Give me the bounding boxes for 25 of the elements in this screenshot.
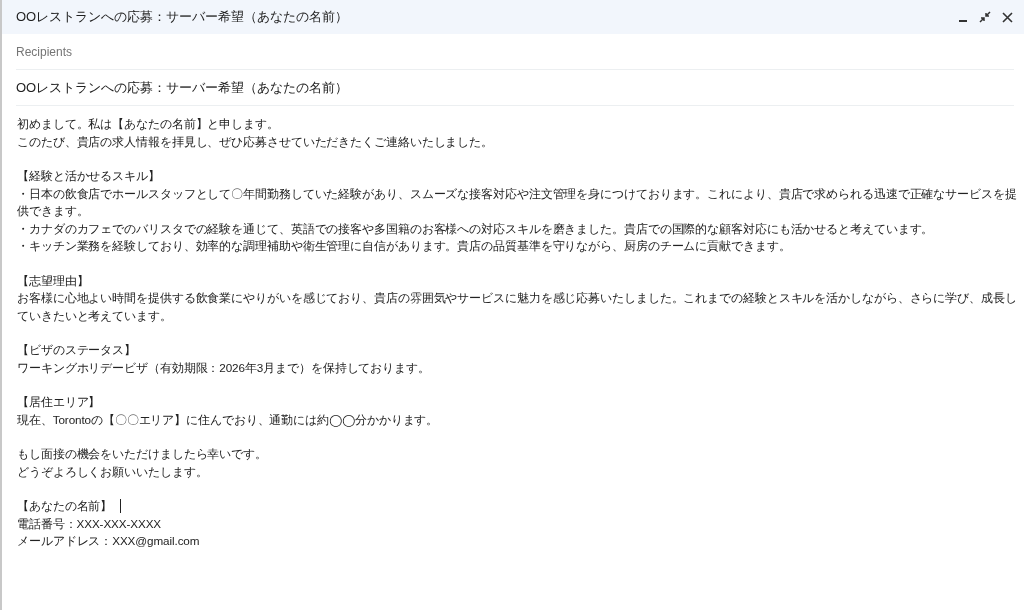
body-text: 初めまして。私は【あなたの名前】と申します。 <box>17 116 279 133</box>
subject-field[interactable]: OOレストランへの応募：サーバー希望（あなたの名前） <box>16 80 1014 95</box>
body-text: 【志望理由】 <box>17 272 89 289</box>
body-text: 電話番号：XXX-XXX-XXXX <box>17 515 162 532</box>
window-title: OOレストランへの応募：サーバー希望（あなたの名前） <box>16 8 349 26</box>
body-text: お客様に心地よい時間を提供する飲食業にやりがいを感じており、貴店の雰囲気やサービスに魅力を感じ応募いたしました。これまでの経験とスキルを活かしながら、さらに学び、成長していきたいと考えています。 <box>17 290 1018 324</box>
body-text: 【ビザのステータス】 <box>17 342 136 358</box>
body-text: 【あなたの名前】 <box>17 498 113 515</box>
exit-fullscreen-icon <box>979 11 991 23</box>
exit-fullscreen-button[interactable] <box>978 10 992 24</box>
body-text: 現在、Torontoの【〇〇エリア】に住んでおり、通勤には約◯◯分かかります。 <box>17 411 439 428</box>
close-button[interactable] <box>1000 10 1014 24</box>
body-text: ワーキングホリデービザ（有効期限：2026年3月まで）を保持しております。 <box>17 359 430 376</box>
body-text: このたび、貴店の求人情報を拝見し、ぜひ応募させていただきたくご連絡いたしました。 <box>17 133 493 150</box>
body-text: ・日本の飲食店でホールスタッフとして〇年間勤務していた経験があり、スムーズな接客対応や注文管理を身につけております。これにより、貴店で求められる迅速で正確なサービスを提供できます。 <box>17 185 1018 219</box>
body-text: ・キッチン業務を経験しており、効率的な調理補助や衛生管理に自信があります。貴店の品質基準を守りながら、厨房のチームに貢献できます。 <box>17 238 791 255</box>
body-text: 【経験と活かせるスキル】 <box>17 168 160 184</box>
body-text: もし面接の機会をいただけましたら幸いです。 <box>17 446 267 462</box>
close-icon <box>1001 11 1013 23</box>
minimize-icon <box>959 20 967 22</box>
body-text: どうぞよろしくお願いいたします。 <box>17 463 208 480</box>
recipients-field[interactable]: Recipients <box>16 44 1014 59</box>
body-text: メールアドレス：XXX@gmail.com <box>17 533 200 549</box>
body-text: 【居住エリア】 <box>17 394 101 410</box>
body-text: ・カナダのカフェでのバリスタでの経験を通じて、英語での接客や多国籍のお客様への対応スキルを磨きました。貴店での国際的な顧客対応にも活かせると考えています。 <box>17 220 934 237</box>
